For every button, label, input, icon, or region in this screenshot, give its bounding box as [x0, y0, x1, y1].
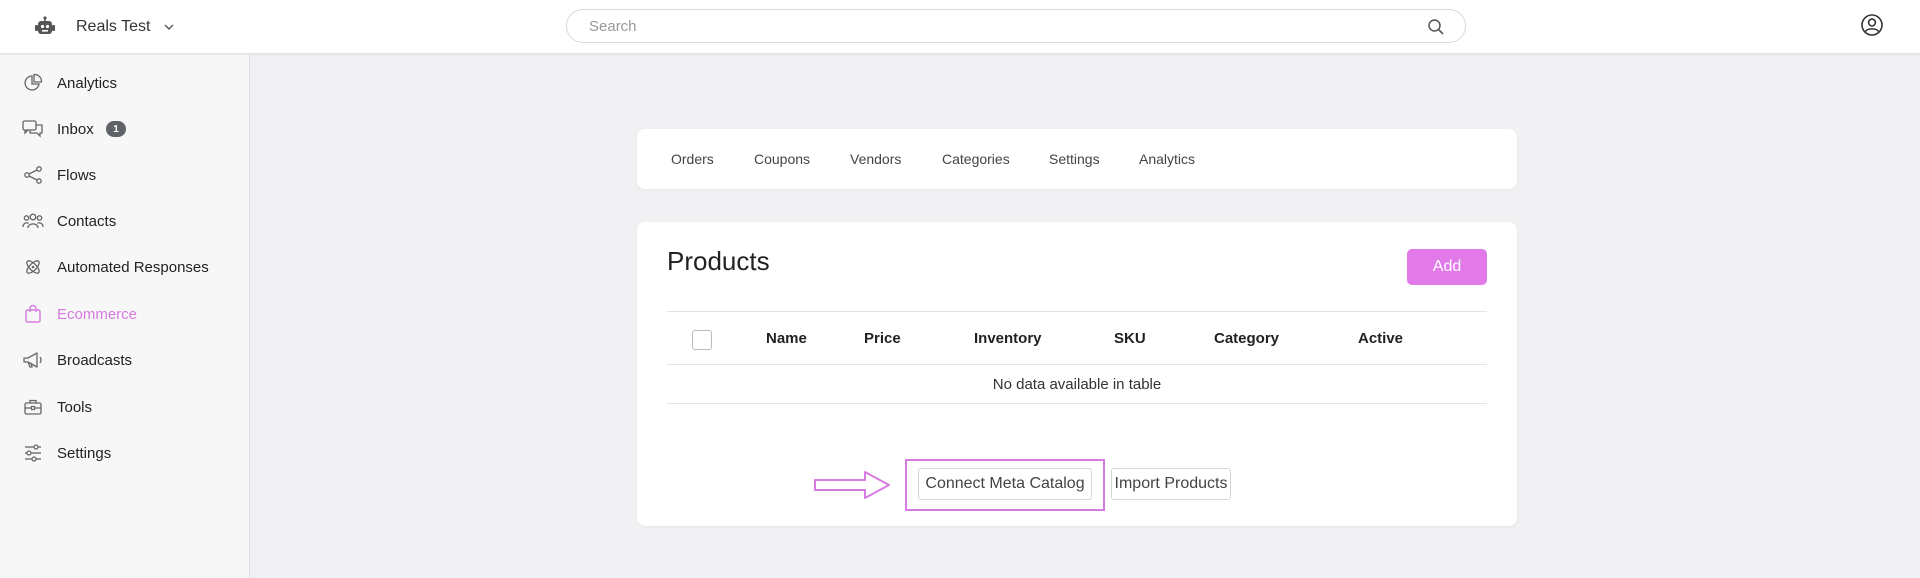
sidebar: Analytics Inbox 1 Flows Contacts Automat…: [0, 55, 250, 578]
sidebar-item-analytics[interactable]: Analytics: [0, 63, 249, 103]
sidebar-item-label: Inbox: [57, 120, 94, 138]
column-header-name[interactable]: Name: [766, 312, 807, 364]
flow-nodes-icon: [22, 164, 44, 186]
sidebar-item-flows[interactable]: Flows: [0, 155, 249, 195]
top-bar: Reals Test: [0, 0, 1920, 54]
sidebar-item-label: Flows: [57, 166, 97, 184]
tab-vendors[interactable]: Vendors: [850, 129, 901, 189]
connect-meta-catalog-button[interactable]: Connect Meta Catalog: [918, 468, 1092, 500]
atom-icon: [22, 256, 44, 278]
search-input[interactable]: [589, 10, 1409, 42]
sidebar-item-broadcasts[interactable]: Broadcasts: [0, 340, 249, 380]
table-header: Name Price Inventory SKU Category Active: [667, 311, 1487, 365]
tab-analytics[interactable]: Analytics: [1139, 129, 1195, 189]
megaphone-icon: [22, 349, 44, 371]
column-header-category[interactable]: Category: [1214, 312, 1279, 364]
sidebar-item-label: Analytics: [57, 74, 118, 92]
add-product-button[interactable]: Add: [1407, 249, 1487, 285]
account-icon[interactable]: [1860, 13, 1884, 37]
column-header-inventory[interactable]: Inventory: [974, 312, 1042, 364]
toolbox-icon: [22, 396, 44, 418]
chevron-down-icon: [162, 20, 176, 34]
sliders-icon: [22, 442, 44, 464]
tab-orders[interactable]: Orders: [671, 129, 714, 189]
sidebar-item-contacts[interactable]: Contacts: [0, 201, 249, 241]
arrow-annotation-icon: [814, 471, 890, 499]
workspace-switcher[interactable]: Reals Test: [32, 13, 176, 41]
sidebar-item-label: Settings: [57, 444, 112, 462]
sidebar-item-tools[interactable]: Tools: [0, 387, 249, 427]
pie-chart-icon: [22, 72, 44, 94]
products-table: Name Price Inventory SKU Category Active…: [667, 311, 1487, 404]
products-card: Products Add Name Price Inventory SKU Ca…: [637, 222, 1517, 526]
search-bar: [566, 9, 1466, 43]
sidebar-item-inbox[interactable]: Inbox 1: [0, 109, 249, 149]
unread-count-badge: 1: [106, 121, 126, 137]
sidebar-item-label: Broadcasts: [57, 351, 133, 369]
chat-bubbles-icon: [22, 118, 44, 140]
shopping-bag-icon: [22, 303, 44, 325]
tab-coupons[interactable]: Coupons: [754, 129, 810, 189]
tab-settings[interactable]: Settings: [1049, 129, 1100, 189]
sidebar-item-automated-responses[interactable]: Automated Responses: [0, 247, 249, 287]
column-header-sku[interactable]: SKU: [1114, 312, 1146, 364]
import-products-button[interactable]: Import Products: [1111, 468, 1231, 500]
robot-icon: [32, 14, 58, 40]
sidebar-item-ecommerce[interactable]: Ecommerce: [0, 294, 249, 334]
sidebar-item-label: Automated Responses: [57, 258, 209, 276]
tab-categories[interactable]: Categories: [942, 129, 1010, 189]
page-title: Products: [667, 246, 770, 276]
ecommerce-tabs: Orders Coupons Vendors Categories Settin…: [637, 129, 1517, 189]
select-all-checkbox[interactable]: [692, 330, 712, 350]
people-icon: [22, 210, 44, 232]
search-icon[interactable]: [1427, 18, 1445, 36]
sidebar-item-label: Tools: [57, 398, 93, 416]
sidebar-item-label: Contacts: [57, 212, 117, 230]
sidebar-item-label: Ecommerce: [57, 305, 138, 323]
sidebar-item-settings[interactable]: Settings: [0, 433, 249, 473]
column-header-active[interactable]: Active: [1358, 312, 1403, 364]
empty-table-message: No data available in table: [667, 365, 1487, 404]
workspace-name: Reals Test: [76, 18, 151, 35]
column-header-price[interactable]: Price: [864, 312, 901, 364]
